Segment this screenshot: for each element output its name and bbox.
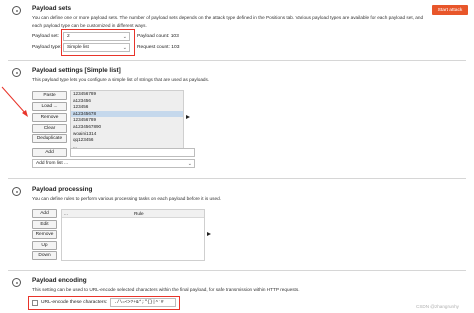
payload-processing-description: You can define rules to perform various … <box>32 196 221 201</box>
scroll-right-icon[interactable] <box>207 232 211 236</box>
payload-encoding-description: This setting can be used to URL-encode s… <box>32 287 300 292</box>
clear-button[interactable]: Clear <box>32 124 67 133</box>
add-from-list-select[interactable]: Add from list ... ⌄ <box>32 159 195 168</box>
rule-remove-button[interactable]: Remove <box>32 230 57 239</box>
annotation-box-encoding <box>28 296 180 310</box>
rule-down-button[interactable]: Down <box>32 251 57 260</box>
section-divider <box>8 178 466 179</box>
rule-remove-label: Remove <box>35 232 54 237</box>
payload-set-label: Payload set: <box>32 34 59 39</box>
payload-sets-description: You can define one or more payload sets.… <box>32 14 468 30</box>
watermark: CSDN @zhangrunhy <box>416 304 459 309</box>
paste-label: Paste <box>43 93 56 98</box>
rule-edit-button[interactable]: Edit <box>32 220 57 229</box>
rule-add-label: Add <box>40 211 49 216</box>
add-button[interactable]: Add <box>32 148 67 157</box>
paste-button[interactable]: Paste <box>32 91 67 100</box>
clear-label: Clear <box>43 126 56 131</box>
rule-add-button[interactable]: Add <box>32 209 57 218</box>
list-item[interactable]: a123456 <box>71 98 183 105</box>
add-payload-input[interactable] <box>70 148 195 157</box>
rules-table[interactable]: ... Rule <box>61 209 205 261</box>
add-from-list-label: Add from list ... <box>36 161 68 166</box>
payload-sets-title: Payload sets <box>32 5 72 12</box>
list-item[interactable]: qq123456 <box>71 137 183 144</box>
rules-col-1-header: ... <box>64 210 68 216</box>
scroll-right-icon[interactable] <box>186 115 190 119</box>
annotation-arrow <box>1 86 28 117</box>
rules-col-2-header: Rule <box>134 210 144 216</box>
help-icon[interactable] <box>12 6 21 15</box>
remove-button[interactable]: Remove <box>32 113 67 122</box>
help-icon[interactable] <box>12 68 21 77</box>
annotation-box-payload-type <box>61 29 135 56</box>
add-label: Add <box>45 150 54 155</box>
payload-encoding-title: Payload encoding <box>32 277 87 284</box>
chevron-down-icon: ⌄ <box>187 161 192 167</box>
remove-label: Remove <box>40 115 59 120</box>
list-item[interactable]: a1234567890 <box>71 124 183 131</box>
list-item[interactable]: 123456789 <box>71 91 183 98</box>
rule-edit-label: Edit <box>40 222 49 227</box>
start-attack-label: Start attack <box>437 7 463 13</box>
rules-table-header: ... Rule <box>62 210 204 218</box>
load-label: Load ... <box>41 104 58 109</box>
rule-up-button[interactable]: Up <box>32 241 57 250</box>
list-item[interactable]: woaini1314 <box>71 131 183 138</box>
help-icon[interactable] <box>12 187 21 196</box>
payload-settings-title: Payload settings [Simple list] <box>32 67 121 74</box>
help-icon[interactable] <box>12 278 21 287</box>
list-item[interactable]: a12345678 <box>71 110 183 118</box>
payload-settings-description: This payload type lets you configure a s… <box>32 77 210 82</box>
section-divider <box>8 270 466 271</box>
description-line-1: You can define one or more payload sets.… <box>32 15 424 20</box>
payload-type-label: Payload type: <box>32 45 62 50</box>
rule-up-label: Up <box>41 243 48 248</box>
payload-list[interactable]: 123456789 a123456 123456 a12345678 12345… <box>70 90 184 149</box>
list-item[interactable]: 123456 <box>71 104 183 111</box>
deduplicate-button[interactable]: Deduplicate <box>32 134 67 143</box>
deduplicate-label: Deduplicate <box>36 136 63 141</box>
payload-count-label: Payload count: 103 <box>137 34 179 39</box>
list-item[interactable]: 123456789 <box>71 117 183 124</box>
payload-processing-title: Payload processing <box>32 186 93 193</box>
load-button[interactable]: Load ... <box>32 102 67 111</box>
rule-down-label: Down <box>38 253 51 258</box>
section-divider <box>8 60 466 61</box>
request-count-label: Request count: 103 <box>137 45 180 50</box>
